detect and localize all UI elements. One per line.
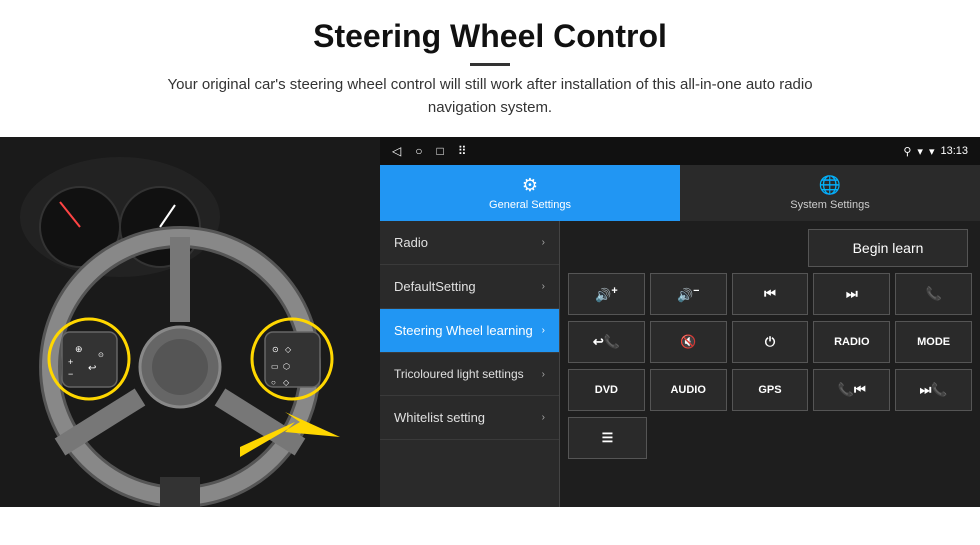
prev-icon: ⏮ [764,286,776,302]
vol-down-icon: 🔊− [677,285,700,303]
menu-item-defaultsetting[interactable]: DefaultSetting › [380,265,559,309]
svg-text:⊙: ⊙ [98,352,104,359]
menu-item-whitelist[interactable]: Whitelist setting › [380,396,559,440]
svg-text:−: − [68,369,73,379]
tab-general-settings[interactable]: ⚙ General Settings [380,165,680,221]
tab-general-label: General Settings [489,199,571,211]
gps-label: GPS [758,384,781,396]
list-icon: ☰ [602,430,614,446]
nav-back-icon[interactable]: ◁ [392,144,401,158]
mute-icon: 🔇 [680,334,696,350]
list-button[interactable]: ☰ [568,417,647,459]
tab-system-settings[interactable]: 🌐 System Settings [680,165,980,221]
main-content: ⊕ + − ↩ ⊙ ⊙ ◇ ▭ ⬡ ○ ◇ [0,137,980,507]
svg-text:⬡: ⬡ [283,362,290,371]
tel-prev-icon: 📞⏮ [838,382,866,398]
control-row4: ☰ [568,417,972,459]
tab-bar: ⚙ General Settings 🌐 System Settings [380,165,980,221]
svg-text:⊙: ⊙ [272,345,279,354]
control-grid-row3: DVD AUDIO GPS 📞⏮ ⏭📞 [568,369,972,411]
hang-up-button[interactable]: ↩📞 [568,321,645,363]
begin-learn-row: Begin learn [568,229,972,267]
arrow-icon: › [542,369,545,380]
vol-up-button[interactable]: 🔊+ [568,273,645,315]
svg-text:◇: ◇ [285,345,292,354]
menu-item-radio[interactable]: Radio › [380,221,559,265]
signal-icon: ▾ [929,145,935,158]
nav-home-icon[interactable]: ○ [415,144,422,158]
arrow-icon: › [542,281,545,292]
power-button[interactable]: ⏻ [732,321,809,363]
power-icon: ⏻ [765,334,775,350]
arrow-icon: › [542,325,545,336]
mode-label: MODE [917,336,950,348]
clock: 13:13 [940,145,968,157]
status-bar-nav: ◁ ○ □ ⠿ [392,144,467,158]
page-header: Steering Wheel Control Your original car… [0,0,980,129]
next-icon: ⏭ [846,286,858,302]
settings-gear-icon: ⚙ [522,175,538,196]
tab-system-label: System Settings [790,199,869,211]
mode-button[interactable]: MODE [895,321,972,363]
radio-label: RADIO [834,336,869,348]
svg-text:▭: ▭ [271,362,279,371]
svg-text:◇: ◇ [283,378,290,387]
prev-button[interactable]: ⏮ [732,273,809,315]
hang-up-icon: ↩📞 [593,334,620,350]
steering-wheel-image: ⊕ + − ↩ ⊙ ⊙ ◇ ▭ ⬡ ○ ◇ [0,137,380,507]
mute-button[interactable]: 🔇 [650,321,727,363]
vol-up-icon: 🔊+ [595,285,618,303]
next-button[interactable]: ⏭ [813,273,890,315]
header-divider [470,63,510,66]
arrow-icon: › [542,412,545,423]
head-unit: ◁ ○ □ ⠿ ⚲ ▾ ▾ 13:13 ⚙ General Settings [380,137,980,507]
location-icon: ⚲ [903,145,911,158]
audio-label: AUDIO [670,384,705,396]
dvd-label: DVD [595,384,618,396]
header-description: Your original car's steering wheel contr… [140,74,840,119]
page-wrapper: Steering Wheel Control Your original car… [0,0,980,507]
gps-button[interactable]: GPS [732,369,809,411]
call-button[interactable]: 📞 [895,273,972,315]
svg-text:+: + [68,357,73,367]
nav-menu-icon[interactable]: ⠿ [458,144,467,158]
settings-area: Radio › DefaultSetting › Steering Wheel … [380,221,980,507]
tel-next-icon: ⏭📞 [920,382,948,398]
menu-item-steering[interactable]: Steering Wheel learning › [380,309,559,353]
wifi-icon: ▾ [917,145,923,158]
tel-prev-button[interactable]: 📞⏮ [813,369,890,411]
vol-down-button[interactable]: 🔊− [650,273,727,315]
svg-text:⊕: ⊕ [75,344,83,354]
status-bar: ◁ ○ □ ⠿ ⚲ ▾ ▾ 13:13 [380,137,980,165]
audio-button[interactable]: AUDIO [650,369,727,411]
radio-button[interactable]: RADIO [813,321,890,363]
control-panel: Begin learn 🔊+ 🔊− ⏮ [560,221,980,507]
page-title: Steering Wheel Control [20,18,960,55]
svg-text:○: ○ [271,378,276,387]
menu-item-tricolour[interactable]: Tricoloured light settings › [380,353,559,396]
menu-list: Radio › DefaultSetting › Steering Wheel … [380,221,560,507]
tel-next-button[interactable]: ⏭📞 [895,369,972,411]
arrow-icon: › [542,237,545,248]
call-icon: 📞 [926,286,942,302]
status-bar-icons: ⚲ ▾ ▾ 13:13 [903,145,968,158]
svg-text:↩: ↩ [88,363,96,374]
control-grid-row1: 🔊+ 🔊− ⏮ ⏭ 📞 [568,273,972,315]
dvd-button[interactable]: DVD [568,369,645,411]
begin-learn-button[interactable]: Begin learn [808,229,968,267]
control-grid-row2: ↩📞 🔇 ⏻ RADIO MODE [568,321,972,363]
nav-square-icon[interactable]: □ [436,144,443,158]
system-icon: 🌐 [819,175,841,196]
